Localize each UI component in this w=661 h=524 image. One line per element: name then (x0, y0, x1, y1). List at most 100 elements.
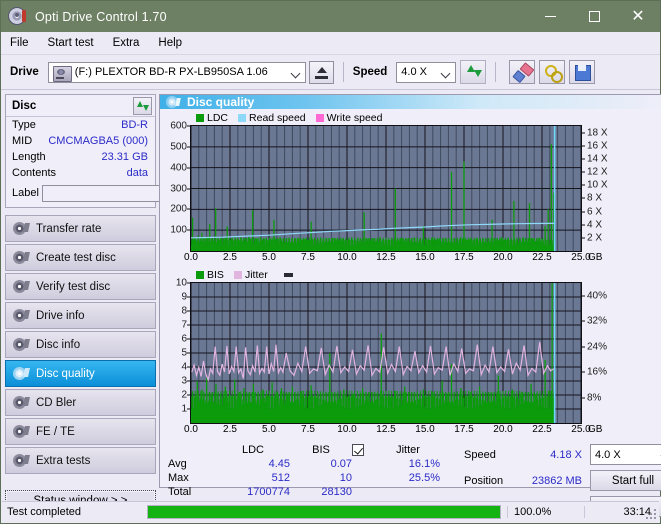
sidebar-item-label: Extra tests (36, 454, 91, 467)
disc-row-key: Type (12, 119, 36, 131)
y-tick-label-right: 40% (587, 290, 608, 302)
stats-header-jitter: Jitter (396, 444, 420, 456)
sidebar-item-extra-tests[interactable]: Extra tests (5, 447, 156, 474)
y-tick-label-right: 10 X (587, 179, 608, 191)
x-tick-label: 5.0 (262, 424, 276, 435)
y-tick (582, 295, 585, 297)
minimize-button[interactable] (528, 1, 572, 32)
disc-row-value: data (126, 167, 148, 179)
chart-top-y-axis-right: 2 X4 X6 X 8 X 10 X 12 X 14 X 16 X 18 X (582, 125, 616, 252)
legend-swatch (233, 271, 242, 279)
erase-button[interactable] (509, 60, 536, 84)
y-tick (582, 132, 585, 134)
chart-bottom-x-axis: 0.0 2.5 5.0 7.5 10.0 12.5 15.0 17.5 20.0 22.5 25.0… (184, 424, 602, 438)
sidebar-item-disc-quality[interactable]: Disc quality (5, 360, 156, 387)
x-tick-label: 20.0 (493, 252, 513, 263)
eject-button[interactable] (308, 60, 334, 84)
y-tick-label: 300 (170, 183, 187, 194)
save-button[interactable] (569, 60, 596, 84)
menu-file[interactable]: File (10, 37, 29, 49)
status-message: Test completed (7, 506, 81, 518)
progress-bar (147, 505, 501, 519)
y-tick-label-right: 4 X (587, 219, 603, 231)
y-tick (582, 320, 585, 322)
menu-help[interactable]: Help (158, 37, 182, 49)
main-pane: Disc quality LDC Read speed Write speed … (159, 90, 661, 517)
stats-avg-bis: 0.07 (330, 458, 352, 470)
y-tick (582, 237, 585, 239)
y-tick (582, 158, 585, 160)
drive-label: Drive (10, 66, 39, 78)
disc-test-icon (12, 279, 29, 294)
chart-bottom-legend: BIS Jitter (160, 268, 661, 282)
legend-label: Jitter (244, 269, 268, 281)
disc-test-icon (12, 221, 29, 236)
body: Disc Type BD-R MID CMCMAGBA5 (000) Lengt… (1, 90, 661, 517)
resize-grip[interactable] (646, 509, 656, 519)
window-title: Opti Drive Control 1.70 (35, 9, 167, 24)
legend-swatch (238, 114, 247, 122)
eject-icon (316, 66, 327, 73)
disc-row-key: Length (12, 151, 46, 163)
disc-row-value: 23.31 GB (101, 151, 148, 163)
sidebar-item-verify-test-disc[interactable]: Verify test disc (5, 273, 156, 300)
sidebar-item-transfer-rate[interactable]: Transfer rate (5, 215, 156, 242)
disc-test-icon (12, 453, 29, 468)
y-tick-label: 400 (170, 162, 187, 174)
sidebar-item-fe-te[interactable]: FE / TE (5, 418, 156, 445)
label-field-label: Label (12, 187, 39, 199)
y-tick-label-right: 24% (587, 341, 608, 353)
disc-row-key: MID (12, 135, 33, 147)
chart-bottom-plot (190, 282, 582, 424)
x-tick-label: 10.0 (337, 424, 357, 435)
maximize-button[interactable] (572, 1, 616, 32)
menu-start-test[interactable]: Start test (48, 37, 94, 49)
y-tick (582, 371, 585, 373)
x-axis-unit: GB (588, 252, 603, 263)
y-tick-label-right: 18 X (587, 127, 608, 139)
x-tick-label: 7.5 (301, 424, 315, 435)
settings-button[interactable] (539, 60, 566, 84)
toolbar: Drive (F:) PLEXTOR BD-R PX-LB950SA 1.06 … (1, 55, 660, 90)
sidebar-item-create-test-disc[interactable]: Create test disc (5, 244, 156, 271)
panel-header: Disc quality (160, 95, 661, 109)
stats-row-label: Max (168, 472, 189, 484)
close-button[interactable]: ✕ (616, 1, 660, 32)
start-full-button[interactable]: Start full (590, 470, 661, 491)
menu-bar: File Start test Extra Help (1, 32, 660, 55)
disc-row-value: CMCMAGBA5 (000) (48, 135, 148, 147)
stats-header-ldc: LDC (241, 444, 264, 456)
y-tick-label-right: 14 X (587, 153, 608, 165)
disc-row-mid: MID CMCMAGBA5 (000) (6, 133, 155, 149)
drive-select-value: (F:) PLEXTOR BD-R PX-LB950SA 1.06 (74, 66, 268, 78)
divider (495, 62, 497, 82)
chart-bottom-y-axis-left: 1 2 3 4 5 6 7 8 9 10 (160, 278, 190, 424)
sidebar-item-drive-info[interactable]: Drive info (5, 302, 156, 329)
x-tick-label: 17.5 (454, 424, 474, 435)
y-tick-label-right: 12 X (587, 166, 608, 178)
speed-select[interactable]: 4.0 X (396, 61, 457, 83)
window-buttons: ✕ (528, 1, 660, 32)
x-tick-label: 0.0 (184, 252, 198, 263)
x-tick-label: 20.0 (493, 424, 513, 435)
disc-row-length: Length 23.31 GB (6, 149, 155, 165)
menu-extra[interactable]: Extra (113, 37, 140, 49)
x-tick-label: 10.0 (337, 252, 357, 263)
x-tick-label: 2.5 (223, 252, 237, 263)
disc-row-contents: Contents data (6, 165, 155, 181)
speed-label: Speed (352, 66, 388, 78)
jitter-checkbox[interactable] (352, 444, 376, 456)
stats-avg-jitter: 16.1% (408, 458, 440, 470)
drive-select[interactable]: (F:) PLEXTOR BD-R PX-LB950SA 1.06 (47, 61, 306, 83)
test-speed-select[interactable]: 4.0 X (590, 444, 661, 465)
y-tick (582, 184, 585, 186)
refresh-button[interactable] (460, 60, 487, 84)
sidebar-item-cd-bler[interactable]: CD Bler (5, 389, 156, 416)
sidebar-item-disc-info[interactable]: Disc info (5, 331, 156, 358)
speed-readout-value: 4.18 X (550, 448, 582, 461)
x-tick-label: 0.0 (184, 424, 198, 435)
y-tick-label-right: 32% (587, 315, 608, 327)
disc-refresh-button[interactable] (133, 96, 152, 115)
chart-top-x-axis: 0.0 2.5 5.0 7.5 10.0 12.5 15.0 17.5 20.0 22.5 25.0… (184, 252, 602, 266)
legend-label: Write speed (326, 112, 383, 124)
